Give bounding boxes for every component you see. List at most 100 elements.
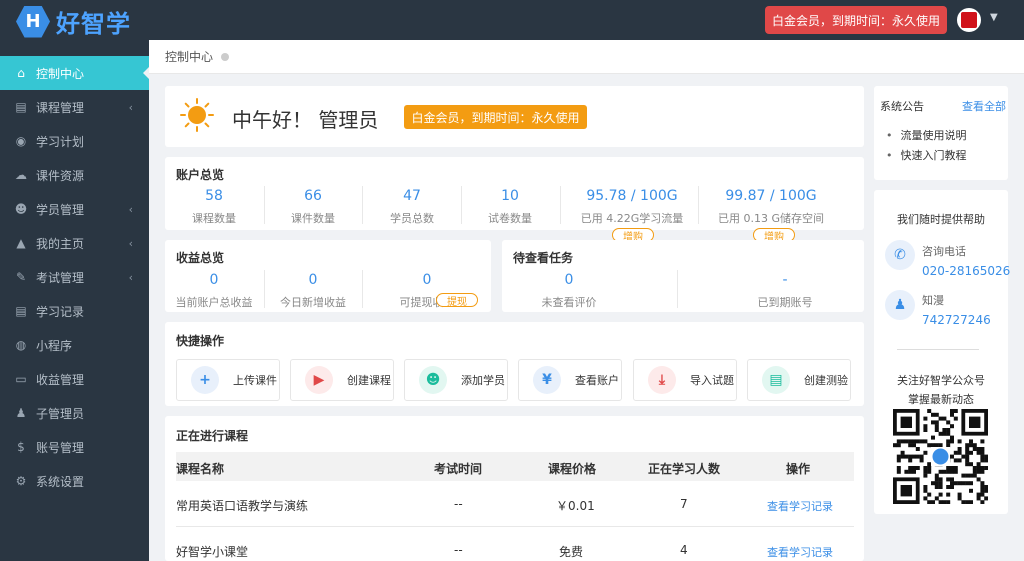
quick-action-button[interactable]: ▤ 创建测验 (747, 359, 851, 401)
chevron-down-icon[interactable]: ▼ (990, 12, 998, 23)
quick-action-label: 添加学员 (461, 374, 505, 387)
income-overview-title: 收益总览 (176, 251, 225, 265)
course-learners: 4 (680, 543, 688, 557)
sidebar-item[interactable]: ♟ 子管理员 (0, 396, 149, 430)
qq-label: 知漫 (922, 294, 944, 307)
sidebar-item-label: 账号管理 (36, 440, 85, 455)
sidebar-item[interactable]: ✎ 考试管理 ‹ (0, 260, 149, 294)
course-exam-time: -- (454, 497, 463, 511)
qq-number[interactable]: 742727246 (922, 313, 991, 327)
quick-action-button[interactable]: + 上传课件 (176, 359, 280, 401)
yen-icon: ¥ (533, 366, 561, 394)
stat-item: 95.78 / 100G 已用 4.22G学习流量 (567, 188, 697, 226)
logo[interactable]: H 好智学 (16, 4, 131, 39)
follow-text: 关注好智学公众号 (897, 374, 985, 387)
chevron-left-icon: ‹ (128, 270, 133, 284)
column-header-learners: 正在学习人数 (648, 462, 721, 476)
quick-action-button[interactable]: ▶ 创建课程 (290, 359, 394, 401)
sidebar-item[interactable]: ▤ 学习记录 (0, 294, 149, 328)
stat-value: 0 (564, 272, 574, 288)
download-icon: ⤓ (648, 366, 676, 394)
sidebar-item-label: 我的主页 (36, 236, 85, 251)
quick-action-button[interactable]: ¥ 查看账户 (518, 359, 622, 401)
divider (677, 270, 678, 308)
stat-label: 已用 4.22G学习流量 (580, 212, 684, 225)
stat-item: 0 当前账户总收益 (164, 272, 264, 310)
course-price: ￥0.01 (556, 499, 595, 513)
book-icon: ▤ (15, 304, 27, 318)
notice-item[interactable]: 快速入门教程 (886, 147, 967, 163)
course-learners: 7 (680, 497, 688, 511)
sidebar-item[interactable]: ▤ 课程管理 ‹ (0, 90, 149, 124)
row-divider (176, 526, 854, 527)
view-all-link[interactable]: 查看全部 (962, 98, 1006, 114)
graduation-cap-icon: ▲ (16, 236, 26, 250)
sidebar-item[interactable]: ☁ 课件资源 (0, 158, 149, 192)
quick-action-button[interactable]: ⤓ 导入试题 (633, 359, 737, 401)
avatar[interactable] (957, 8, 981, 32)
quick-action-button[interactable]: ☻ 添加学员 (404, 359, 508, 401)
cloud-icon: ☁ (15, 168, 27, 182)
sidebar-item[interactable]: ⚙ 系统设置 (0, 464, 149, 498)
chevron-left-icon: ‹ (128, 236, 133, 250)
column-header-name: 课程名称 (176, 462, 225, 476)
home-icon: ⌂ (17, 66, 25, 80)
ongoing-courses-card (165, 416, 864, 561)
column-header-exam: 考试时间 (434, 462, 483, 476)
eye-icon: ◉ (15, 134, 27, 148)
course-exam-time: -- (454, 543, 463, 557)
system-notice-title: 系统公告 (880, 100, 924, 113)
stat-item: 10 试卷数量 (445, 188, 575, 226)
stat-item: - 已到期账号 (725, 272, 845, 310)
quick-action-label: 创建测验 (804, 374, 848, 387)
users-icon: ☻ (14, 202, 28, 216)
breadcrumb-item[interactable]: 控制中心 (165, 48, 213, 65)
sidebar-item[interactable]: ⌂ 控制中心 (0, 56, 150, 90)
view-learning-record-link[interactable]: 查看学习记录 (767, 498, 833, 514)
divider (362, 270, 363, 308)
divider (698, 186, 699, 224)
qr-code-image (893, 409, 988, 504)
stat-label: 试卷数量 (488, 212, 532, 225)
notice-item[interactable]: 流量使用说明 (886, 127, 967, 143)
course-name: 好智学小课堂 (176, 545, 249, 559)
stat-value: 95.78 / 100G (586, 188, 678, 204)
stat-item: 0 未查看评价 (509, 272, 629, 310)
table-header: 课程名称 考试时间 课程价格 正在学习人数 操作 (176, 452, 854, 481)
sidebar-item[interactable]: ☻ 学员管理 ‹ (0, 192, 149, 226)
wechat-icon: ◍ (15, 338, 27, 352)
phone-label: 咨询电话 (922, 245, 966, 258)
tag-icon: ✎ (15, 270, 27, 284)
sidebar-item[interactable]: ◉ 学习计划 (0, 124, 149, 158)
sidebar-item-label: 课件资源 (36, 168, 85, 183)
divider (897, 349, 979, 350)
logo-text: 好智学 (56, 10, 131, 38)
stat-value: 0 (308, 272, 318, 288)
stat-value: - (782, 272, 788, 288)
sidebar-item[interactable]: ▲ 我的主页 ‹ (0, 226, 149, 260)
stat-label: 今日新增收益 (280, 296, 346, 309)
stat-label: 未查看评价 (541, 296, 597, 309)
account-overview-title: 账户总览 (176, 168, 225, 182)
view-learning-record-link[interactable]: 查看学习记录 (767, 544, 833, 560)
sidebar-item-label: 课程管理 (36, 100, 85, 115)
sidebar-item[interactable]: $ 账号管理 (0, 430, 149, 464)
ongoing-courses-title: 正在进行课程 (176, 429, 249, 443)
plus-icon: + (191, 366, 219, 394)
sidebar-item[interactable]: ▭ 收益管理 (0, 362, 149, 396)
quick-action-label: 创建课程 (347, 374, 391, 387)
membership-badge: 白金会员，到期时间：永久使用 (404, 105, 587, 129)
sidebar-item-label: 控制中心 (36, 66, 85, 81)
greeting-text: 中午好！ 管理员 (232, 108, 379, 132)
membership-button[interactable]: 白金会员，到期时间：永久使用 (765, 6, 947, 34)
phone-number[interactable]: 020-28165026 (922, 264, 1010, 278)
sidebar-item[interactable]: ◍ 小程序 (0, 328, 149, 362)
user-icon: ♟ (15, 406, 27, 420)
stat-item: 0 今日新增收益 (263, 272, 363, 310)
quick-action-label: 上传课件 (233, 374, 277, 387)
quick-action-label: 导入试题 (690, 374, 734, 387)
stat-label: 当前账户总收益 (175, 296, 253, 309)
action-pill-button[interactable]: 提现 (436, 293, 478, 308)
stat-label: 已用 0.13 G储存空间 (717, 212, 824, 225)
gear-icon: ⚙ (15, 474, 27, 488)
